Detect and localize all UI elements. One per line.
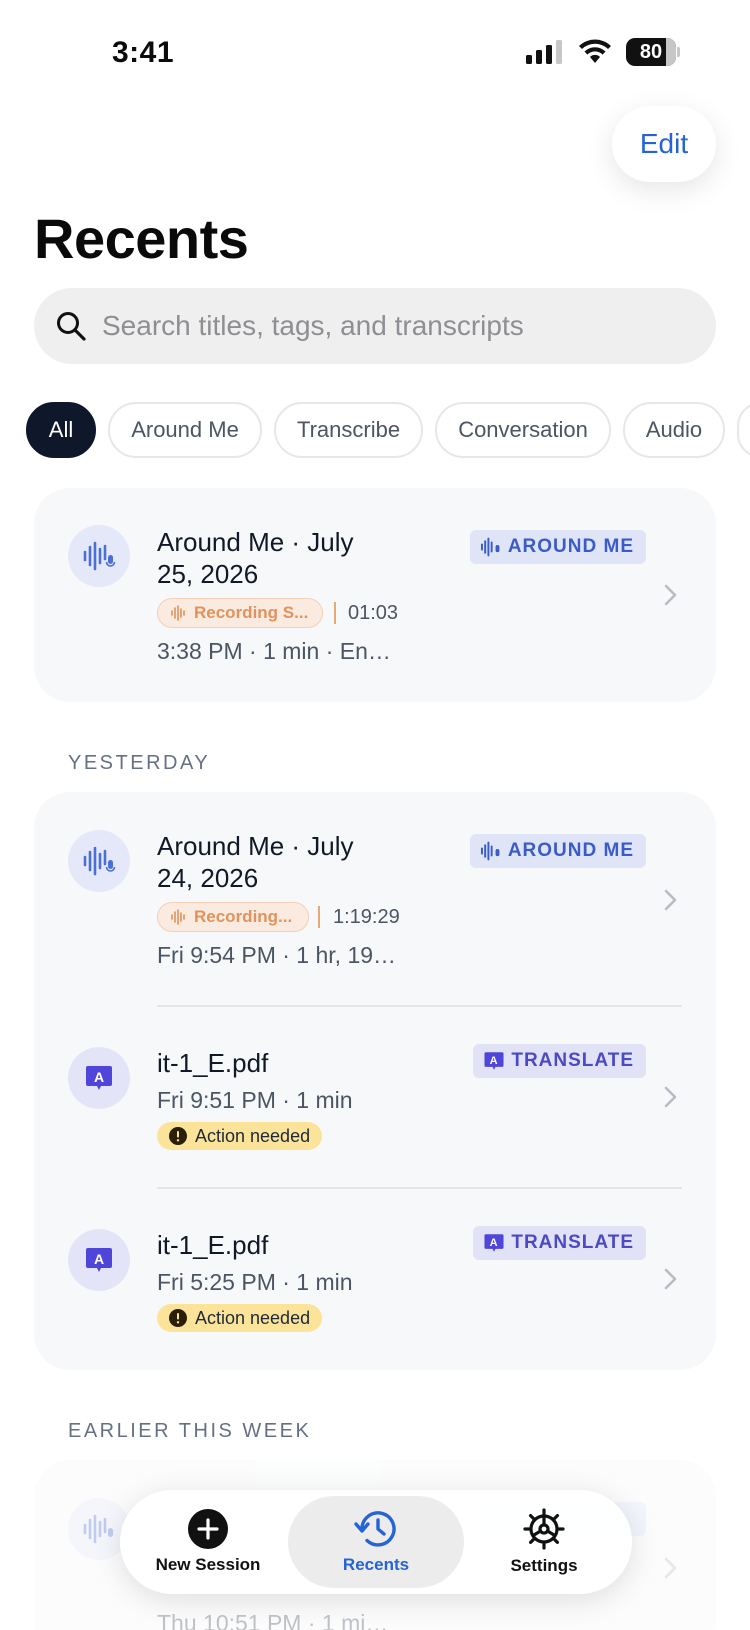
chevron-right-icon: [664, 1086, 677, 1108]
translate-bubble-icon: A: [86, 1066, 112, 1090]
recording-status-badge: Recording...: [157, 902, 309, 932]
waveform-icon: [171, 909, 185, 925]
section-header-yesterday: YESTERDAY: [68, 752, 211, 774]
chevron-right-icon: [664, 889, 677, 911]
session-title: it-1_E.pdf: [157, 1048, 269, 1078]
tab-settings[interactable]: Settings: [470, 1496, 618, 1588]
filter-chip-all[interactable]: All: [26, 402, 96, 458]
status-bar: 3:41 80: [0, 0, 750, 110]
filter-chip-transcribe[interactable]: Transcribe: [274, 402, 423, 458]
clock-history-icon: [354, 1511, 396, 1547]
cellular-signal-icon: [526, 40, 562, 64]
recording-status-badge: Recording S...: [157, 598, 323, 628]
waveform-mic-icon: [83, 541, 116, 571]
search-bar[interactable]: Search titles, tags, and transcripts: [34, 288, 716, 364]
waveform-mic-icon: [480, 537, 500, 557]
recording-duration: 01:03: [348, 602, 399, 624]
recording-duration: 1:19:29: [333, 906, 400, 928]
recents-card-yesterday: Around Me · July 24, 2026 AROUND ME Reco…: [34, 792, 716, 1370]
battery-icon: 80: [626, 38, 680, 66]
session-meta: Fri 5:25 PM · 1 min: [157, 1269, 353, 1295]
list-item[interactable]: Around Me · July 24, 2026 AROUND ME Reco…: [34, 792, 716, 1004]
filter-chip-conversation[interactable]: Conversation: [435, 402, 611, 458]
filter-chips: All Around Me Transcribe Conversation Au…: [26, 402, 750, 458]
waveform-mic-icon: [83, 846, 116, 876]
translate-bubble-icon: A: [86, 1248, 112, 1272]
tab-label: Recents: [342, 1555, 410, 1574]
gear-icon: [523, 1508, 565, 1550]
action-needed-badge: Action needed: [157, 1122, 323, 1150]
tab-new-session[interactable]: New Session: [134, 1496, 282, 1588]
chevron-right-icon: [664, 1557, 677, 1579]
status-icons: 80: [526, 38, 680, 66]
svg-text:A: A: [94, 1069, 104, 1085]
waveform-icon: [171, 605, 185, 621]
tab-bar: New Session Recents Settings: [120, 1490, 632, 1594]
list-item[interactable]: A it-1_E.pdf A TRANSLATE Fri 5:25 PM · 1…: [34, 1189, 716, 1369]
session-title: Around Me · July 24, 2026: [157, 831, 354, 893]
wifi-icon: [579, 39, 611, 63]
session-meta: 3:38 PM · 1 min · En…: [157, 638, 391, 664]
list-item[interactable]: Around Me · July 25, 2026 AROUND ME Reco…: [34, 488, 716, 702]
chevron-right-icon: [664, 1268, 677, 1290]
exclamation-icon: [169, 1309, 187, 1327]
status-time: 3:41: [112, 36, 175, 69]
svg-text:A: A: [490, 1055, 499, 1067]
tag-around-me: AROUND ME: [469, 834, 646, 868]
search-icon: [57, 312, 86, 341]
page-title: Recents: [34, 207, 249, 270]
filter-chip-audio[interactable]: Audio: [623, 402, 725, 458]
waveform-mic-icon: [480, 841, 500, 861]
exclamation-icon: [169, 1127, 187, 1145]
tag-translate: A TRANSLATE: [473, 1226, 646, 1260]
svg-text:A: A: [94, 1251, 104, 1267]
tab-label: New Session: [155, 1555, 261, 1574]
action-needed-badge: Action needed: [157, 1304, 323, 1332]
chevron-right-icon: [664, 584, 677, 606]
session-meta: Thu 10:51 PM · 1 mi…: [157, 1610, 389, 1630]
session-icon: [68, 525, 130, 587]
translate-bubble-icon: A: [484, 1052, 504, 1070]
battery-level: 80: [639, 41, 663, 63]
tag-around-me: AROUND ME: [469, 530, 646, 564]
tab-recents[interactable]: Recents: [288, 1496, 464, 1588]
session-icon: [68, 830, 130, 892]
search-input[interactable]: Search titles, tags, and transcripts: [102, 310, 524, 342]
session-icon: A: [68, 1229, 130, 1291]
session-icon: A: [68, 1047, 130, 1109]
edit-button[interactable]: Edit: [612, 106, 716, 182]
plus-circle-icon: [188, 1509, 228, 1549]
svg-text:A: A: [490, 1237, 499, 1249]
recents-card-today: Around Me · July 25, 2026 AROUND ME Reco…: [34, 488, 716, 702]
tag-translate: A TRANSLATE: [473, 1044, 646, 1078]
filter-chip-more[interactable]: [737, 402, 750, 458]
tab-label: Settings: [510, 1556, 578, 1575]
list-item[interactable]: A it-1_E.pdf A TRANSLATE Fri 9:51 PM · 1…: [34, 1007, 716, 1187]
session-meta: Fri 9:51 PM · 1 min: [157, 1087, 353, 1113]
session-meta: Fri 9:54 PM · 1 hr, 19…: [157, 942, 397, 968]
section-header-earlier-this-week: EARLIER THIS WEEK: [68, 1420, 312, 1442]
session-title: Around Me · July 25, 2026: [157, 527, 354, 589]
filter-chip-around-me[interactable]: Around Me: [108, 402, 262, 458]
translate-bubble-icon: A: [484, 1234, 504, 1252]
waveform-mic-icon: [83, 1514, 113, 1544]
session-title: it-1_E.pdf: [157, 1230, 269, 1260]
